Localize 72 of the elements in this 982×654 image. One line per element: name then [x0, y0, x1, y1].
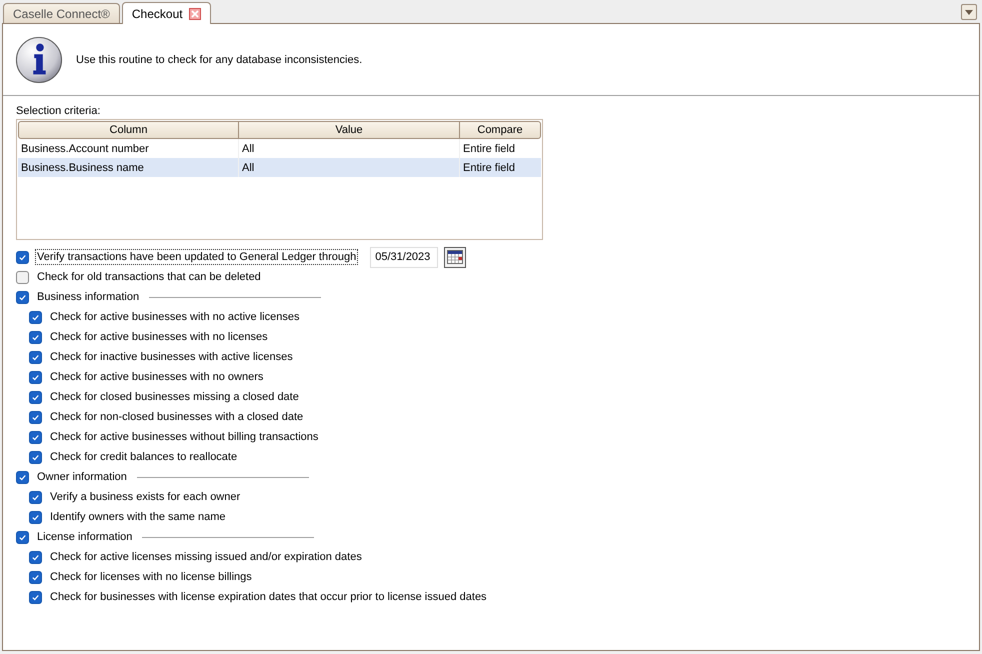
checkbox-label[interactable]: Check for active licenses missing issued and/or expiration dates [48, 549, 364, 565]
column-header[interactable]: Column [19, 122, 239, 138]
check-icon [31, 392, 40, 402]
checkbox-label[interactable]: Check for businesses with license expiration dates that occur prior to license issued dates [48, 589, 489, 605]
checkbox[interactable] [29, 330, 42, 344]
check-icon [31, 372, 40, 382]
check-icon [18, 252, 27, 262]
check-icon [31, 492, 40, 502]
checkbox[interactable] [29, 350, 42, 364]
checkbox[interactable] [29, 370, 42, 384]
checkbox-label[interactable]: Check for licenses with no license billings [48, 569, 254, 585]
check-icon [18, 532, 27, 542]
tab[interactable]: Caselle Connect® [3, 3, 120, 23]
column-header[interactable]: Compare [460, 122, 540, 138]
calendar-icon [447, 250, 464, 264]
checkbox-label[interactable]: Identify owners with the same name [48, 509, 228, 525]
check-icon [18, 472, 27, 482]
check-icon [31, 592, 40, 602]
checkbox[interactable] [29, 510, 42, 524]
checkbox-label[interactable]: Owner information [35, 469, 129, 485]
check-icon [31, 512, 40, 522]
calendar-button[interactable] [444, 246, 466, 268]
close-icon[interactable] [188, 8, 201, 20]
table-cell-text: Entire field [462, 142, 516, 156]
checkbox-label[interactable]: Verify a business exists for each owner [48, 489, 242, 505]
checkbox-label[interactable]: Check for closed businesses missing a closed date [48, 389, 301, 405]
table-cell-text: Entire field [462, 160, 516, 176]
checkbox-label[interactable]: Check for active businesses with no licenses [48, 329, 270, 345]
checkbox-label[interactable]: Check for active businesses without billing transactions [48, 429, 320, 445]
column-header[interactable]: Value [239, 122, 460, 138]
section-label: Selection criteria: [16, 105, 102, 117]
check-icon [31, 332, 40, 342]
check-icon [31, 352, 40, 362]
checkbox[interactable] [16, 290, 29, 304]
check-icon [31, 432, 40, 442]
info-icon [15, 36, 63, 84]
checkbox[interactable] [29, 410, 42, 424]
info-message: Use this routine to check for any database inconsistencies. [76, 54, 362, 66]
checkbox[interactable] [29, 450, 42, 464]
table-cell: All [239, 158, 460, 177]
checkbox[interactable] [29, 310, 42, 324]
caret-icon [965, 10, 973, 14]
checkbox-label[interactable]: Check for old transactions that can be deleted [35, 269, 263, 285]
checkbox-label[interactable]: Verify transactions have been updated to General Ledger through [35, 249, 358, 265]
check-icon [31, 452, 40, 462]
checkbox[interactable] [16, 250, 29, 264]
date-field[interactable]: 05/31/2023 [370, 246, 438, 268]
table-row[interactable]: Business.Business name All Entire field [18, 158, 541, 177]
checkbox[interactable] [16, 270, 29, 284]
checkbox[interactable] [16, 530, 29, 544]
check-icon [18, 292, 27, 302]
check-icon [31, 412, 40, 422]
checkbox-label[interactable]: Check for non-closed businesses with a closed date [48, 409, 306, 425]
checkbox-label[interactable]: Check for active businesses with no owners [48, 369, 266, 385]
checkbox[interactable] [29, 590, 42, 604]
dropdown-button[interactable] [961, 4, 977, 20]
checkbox[interactable] [29, 430, 42, 444]
checkbox[interactable] [29, 390, 42, 404]
tab[interactable]: Checkout [122, 2, 211, 24]
checkbox-label[interactable]: License information [35, 529, 134, 545]
checkbox[interactable] [16, 470, 29, 484]
check-icon [31, 552, 40, 562]
checkbox[interactable] [29, 490, 42, 504]
checkbox-label[interactable]: Check for credit balances to reallocate [48, 449, 240, 465]
checkbox-label[interactable]: Business information [35, 289, 142, 305]
table-cell: Business.Business name [18, 158, 239, 177]
checkbox[interactable] [29, 550, 42, 564]
checkbox-label[interactable]: Check for inactive businesses with active licenses [48, 349, 295, 365]
checkbox[interactable] [29, 570, 42, 584]
checkbox-label[interactable]: Check for active businesses with no active licenses [48, 309, 302, 325]
check-icon [31, 572, 40, 582]
check-icon [31, 312, 40, 322]
